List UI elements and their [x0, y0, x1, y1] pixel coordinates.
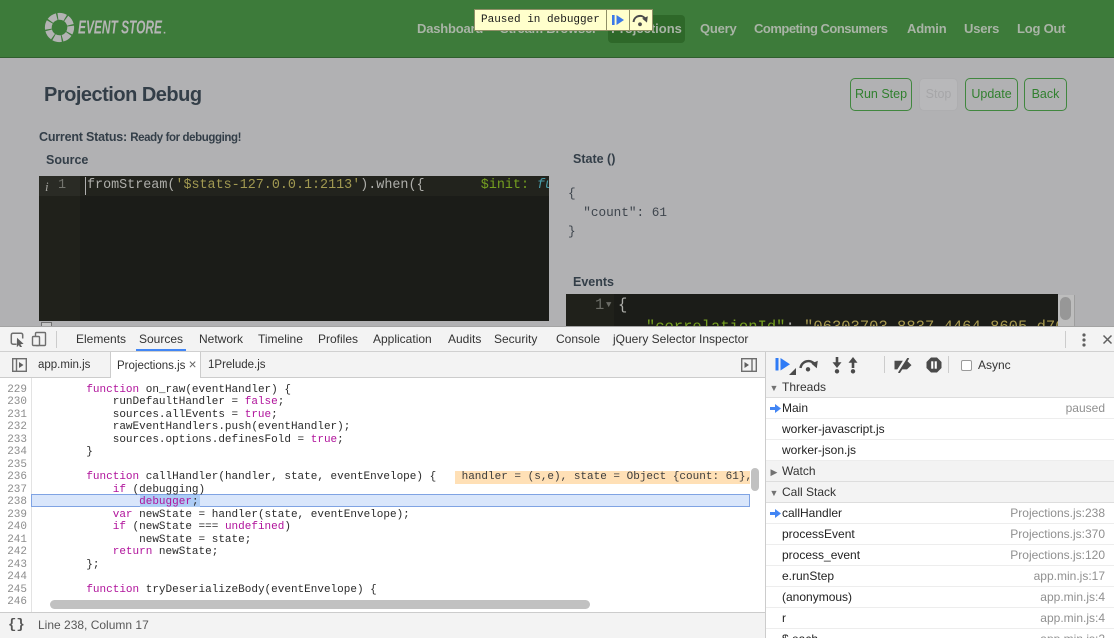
svg-text:.: . — [163, 25, 166, 37]
svg-text:EVENT STORE: EVENT STORE — [78, 18, 163, 38]
